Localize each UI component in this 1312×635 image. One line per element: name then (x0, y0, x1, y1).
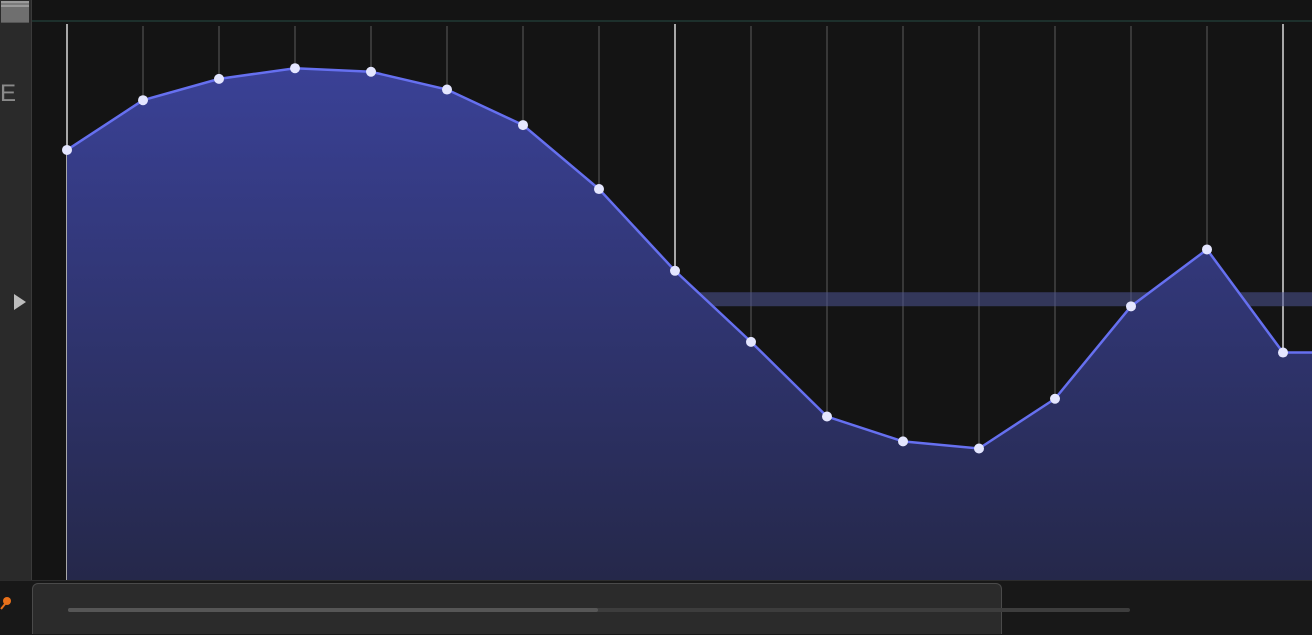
curve-point[interactable] (442, 84, 452, 95)
curve-point[interactable] (1050, 393, 1060, 404)
lane-resize-handle[interactable] (1, 1, 29, 23)
horizontal-scrollbar-thumb[interactable] (68, 608, 598, 612)
automation-curve-chart[interactable] (32, 0, 1312, 580)
curve-point[interactable] (974, 443, 984, 454)
curve-point[interactable] (1278, 347, 1288, 358)
curve-point[interactable] (1202, 244, 1212, 255)
curve-point[interactable] (822, 411, 832, 422)
curve-point[interactable] (1126, 301, 1136, 312)
curve-point[interactable] (670, 265, 680, 276)
curve-point[interactable] (214, 73, 224, 84)
curve-point[interactable] (746, 336, 756, 347)
curve-area-fill (67, 68, 1312, 580)
expand-arrow-icon[interactable] (14, 294, 26, 310)
pin-icon[interactable] (0, 596, 12, 610)
curve-point[interactable] (366, 66, 376, 77)
automation-editor[interactable] (32, 0, 1312, 580)
curve-point[interactable] (290, 63, 300, 74)
lane-label: E (0, 80, 17, 107)
curve-point[interactable] (594, 184, 604, 195)
lane-header-strip: E (0, 0, 32, 580)
curve-point[interactable] (138, 95, 148, 106)
curve-point[interactable] (898, 436, 908, 447)
curve-point[interactable] (518, 120, 528, 131)
curve-point[interactable] (62, 144, 72, 155)
